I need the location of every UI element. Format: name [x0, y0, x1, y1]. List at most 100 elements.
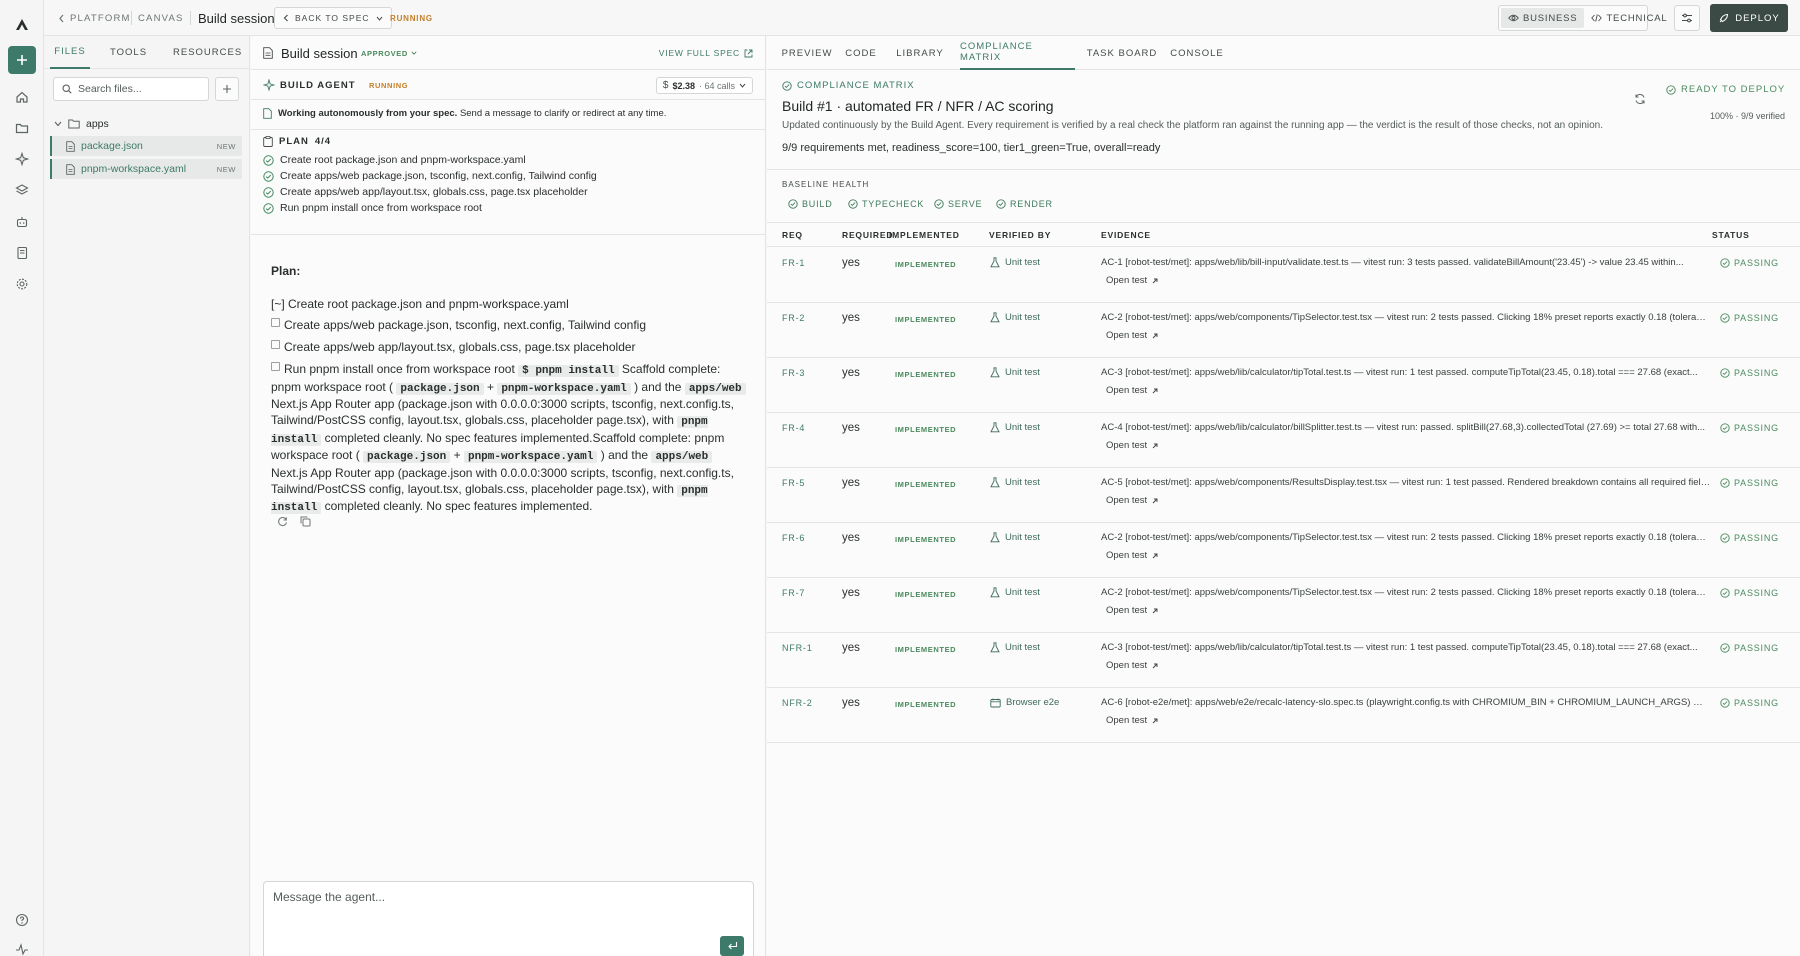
bot-icon[interactable]	[13, 213, 31, 231]
refresh-button[interactable]	[1633, 92, 1647, 106]
req-id[interactable]: NFR-2	[782, 698, 813, 708]
open-test-link[interactable]: Open test	[1106, 440, 1159, 451]
implemented-badge: IMPLEMENTED	[895, 315, 957, 324]
req-id[interactable]: FR-5	[782, 478, 805, 488]
retry-icon[interactable]	[277, 516, 288, 527]
req-id[interactable]: NFR-1	[782, 643, 813, 653]
check-circle-icon	[1720, 423, 1730, 433]
plan-item: Create root package.json and pnpm-worksp…	[263, 152, 526, 168]
tab-resources[interactable]: RESOURCES	[173, 36, 242, 69]
message-input[interactable]	[273, 890, 713, 914]
file-item-package-json[interactable]: package.json NEW	[50, 136, 242, 156]
cost-dropdown[interactable]: $ $2.38 · 64 calls	[655, 77, 753, 94]
files-panel-tabs: FILES TOOLS RESOURCES	[44, 36, 249, 69]
copy-icon[interactable]	[300, 516, 311, 527]
tab-console[interactable]: CONSOLE	[1167, 36, 1227, 70]
tab-compliance-matrix[interactable]: COMPLIANCE MATRIX	[960, 36, 1075, 70]
req-id[interactable]: FR-6	[782, 533, 805, 543]
open-test-link[interactable]: Open test	[1106, 495, 1159, 506]
checkbox[interactable]	[271, 340, 280, 350]
settings-sliders-button[interactable]	[1674, 5, 1700, 31]
gear-icon[interactable]	[13, 275, 31, 293]
message-step: Create apps/web app/layout.tsx, globals.…	[271, 340, 751, 356]
open-test-link[interactable]: Open test	[1106, 715, 1159, 726]
back-to-spec-button[interactable]: BACK TO SPEC	[274, 7, 392, 29]
tab-code[interactable]: CODE	[837, 36, 885, 70]
folder-apps[interactable]: apps	[54, 115, 109, 133]
send-button[interactable]	[720, 936, 744, 956]
layers-icon[interactable]	[13, 181, 31, 199]
flask-icon	[990, 532, 1000, 543]
home-icon[interactable]	[13, 88, 31, 106]
implemented-badge: IMPLEMENTED	[895, 535, 957, 544]
verified-by: Unit test	[990, 587, 1040, 598]
help-icon[interactable]	[13, 911, 31, 929]
app-logo-icon[interactable]	[13, 16, 31, 34]
baseline-check-serve: SERVE	[934, 196, 982, 212]
plus-icon	[223, 85, 231, 93]
activity-icon[interactable]	[13, 940, 31, 956]
folder-icon[interactable]	[13, 119, 31, 137]
add-file-button[interactable]	[215, 77, 239, 101]
new-session-button[interactable]	[8, 46, 36, 74]
verified-by: Unit test	[990, 257, 1040, 268]
column-header: REQUIRED	[842, 230, 894, 240]
open-test-link[interactable]: Open test	[1106, 660, 1159, 671]
book-icon[interactable]	[13, 244, 31, 262]
required-value: yes	[842, 422, 860, 434]
breadcrumb-platform[interactable]: PLATFORM	[58, 0, 131, 36]
open-test-link[interactable]: Open test	[1106, 385, 1159, 396]
document-icon	[263, 47, 273, 59]
sparkle-icon[interactable]	[13, 150, 31, 168]
tab-library[interactable]: LIBRARY	[885, 36, 955, 70]
deploy-button[interactable]: DEPLOY	[1710, 4, 1788, 32]
mode-business-button[interactable]: BUSINESS	[1501, 8, 1585, 28]
req-id[interactable]: FR-3	[782, 368, 805, 378]
check-circle-icon	[1720, 313, 1730, 323]
evidence-text: AC-2 [robot-test/met]: apps/web/componen…	[1101, 532, 1711, 543]
open-test-link[interactable]: Open test	[1106, 550, 1159, 561]
column-header: EVIDENCE	[1101, 230, 1151, 240]
message-step-text: Run pnpm install once from workspace roo…	[284, 361, 515, 376]
breadcrumb-canvas-label: CANVAS	[138, 12, 184, 24]
tab-tools[interactable]: TOOLS	[110, 36, 147, 69]
view-full-spec-link[interactable]: VIEW FULL SPEC	[659, 36, 753, 70]
mode-technical-button[interactable]: TECHNICAL	[1584, 8, 1674, 28]
tab-files[interactable]: FILES	[50, 36, 90, 69]
approved-badge[interactable]: APPROVED	[361, 36, 417, 70]
chat-title: Build session	[281, 45, 358, 61]
req-id[interactable]: FR-7	[782, 588, 805, 598]
open-test-label: Open test	[1106, 440, 1148, 451]
file-item-pnpm-workspace[interactable]: pnpm-workspace.yaml NEW	[50, 159, 242, 179]
tab-preview[interactable]: PREVIEW	[777, 36, 837, 70]
table-row: NFR-2 yes IMPLEMENTED Browser e2e AC-6 [robo…	[767, 688, 1800, 743]
folder-name: apps	[86, 118, 109, 130]
chat-panel: Build session APPROVED VIEW FULL SPEC BU…	[251, 36, 766, 956]
breadcrumb-canvas[interactable]: CANVAS	[138, 0, 184, 36]
open-test-link[interactable]: Open test	[1106, 605, 1159, 616]
status-label: PASSING	[1734, 368, 1779, 378]
required-value: yes	[842, 367, 860, 379]
status-badge: PASSING	[1720, 368, 1779, 378]
verified-by-label: Unit test	[1005, 367, 1040, 378]
table-row: FR-4 yes IMPLEMENTED Unit test AC-4 [robot-t…	[767, 413, 1800, 468]
file-search-box	[53, 77, 209, 101]
req-id[interactable]: FR-1	[782, 258, 805, 268]
open-test-link[interactable]: Open test	[1106, 275, 1159, 286]
implemented-badge: IMPLEMENTED	[895, 480, 957, 489]
new-badge: NEW	[216, 141, 236, 151]
status-label: PASSING	[1734, 258, 1779, 268]
req-id[interactable]: FR-2	[782, 313, 805, 323]
agent-status-badge: RUNNING	[369, 80, 409, 90]
tab-task-board[interactable]: TASK BOARD	[1082, 36, 1162, 70]
check-circle-icon	[263, 186, 274, 198]
checkbox[interactable]	[271, 361, 280, 371]
back-to-spec-label: BACK TO SPEC	[295, 13, 370, 23]
open-test-link[interactable]: Open test	[1106, 330, 1159, 341]
status-badge: PASSING	[1720, 643, 1779, 653]
table-row: FR-6 yes IMPLEMENTED Unit test AC-2 [robot-t…	[767, 523, 1800, 578]
evidence-text: AC-4 [robot-test/met]: apps/web/lib/calc…	[1101, 422, 1706, 433]
checkbox[interactable]	[271, 318, 280, 328]
file-search-input[interactable]	[78, 83, 198, 95]
req-id[interactable]: FR-4	[782, 423, 805, 433]
